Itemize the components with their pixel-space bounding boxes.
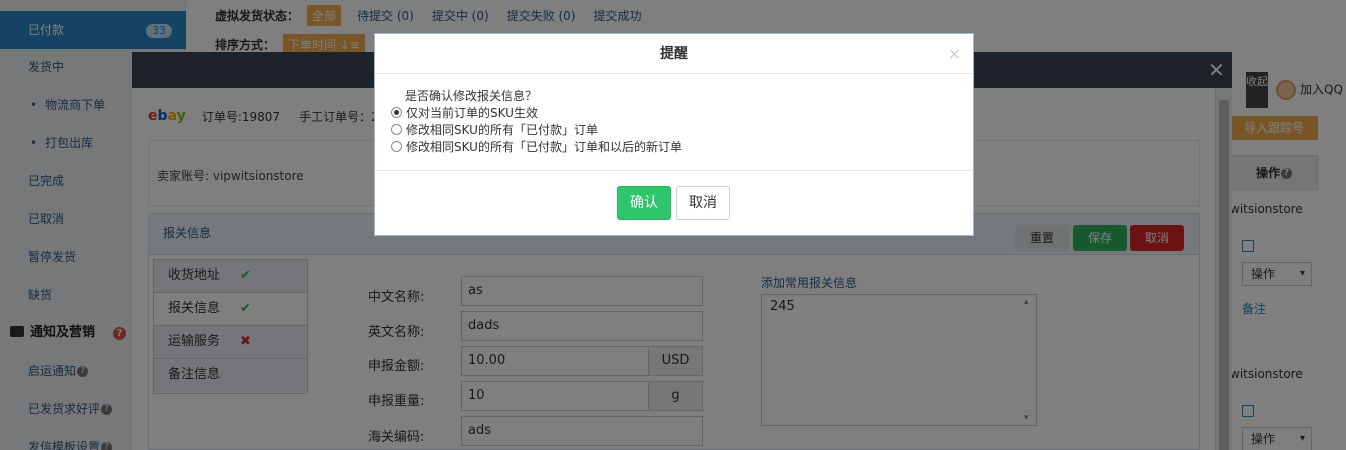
radio-checked[interactable] — [391, 107, 402, 118]
option-label: 修改相同SKU的所有「已付款」订单和以后的新订单 — [406, 140, 682, 154]
option-all-paid-and-future[interactable]: 修改相同SKU的所有「已付款」订单和以后的新订单 — [391, 139, 973, 156]
close-icon[interactable]: × — [948, 34, 961, 74]
option-label: 仅对当前订单的SKU生效 — [406, 106, 538, 120]
radio[interactable] — [391, 124, 402, 135]
dialog-footer: 确认 取消 — [375, 172, 975, 236]
cancel-button[interactable]: 取消 — [676, 186, 730, 220]
option-current-order[interactable]: 仅对当前订单的SKU生效 — [391, 105, 973, 122]
option-all-paid[interactable]: 修改相同SKU的所有「已付款」订单 — [391, 122, 973, 139]
dialog-body: 是否确认修改报关信息？ 仅对当前订单的SKU生效 修改相同SKU的所有「已付款」… — [375, 74, 973, 171]
dialog-question: 是否确认修改报关信息？ — [405, 89, 538, 103]
option-label: 修改相同SKU的所有「已付款」订单 — [406, 123, 598, 137]
confirm-button[interactable]: 确认 — [617, 186, 671, 220]
radio[interactable] — [391, 141, 402, 152]
dialog-header: 提醒 × — [375, 34, 973, 74]
confirm-dialog: 提醒 × 是否确认修改报关信息？ 仅对当前订单的SKU生效 修改相同SKU的所有… — [374, 33, 974, 236]
dialog-title: 提醒 — [660, 46, 688, 62]
